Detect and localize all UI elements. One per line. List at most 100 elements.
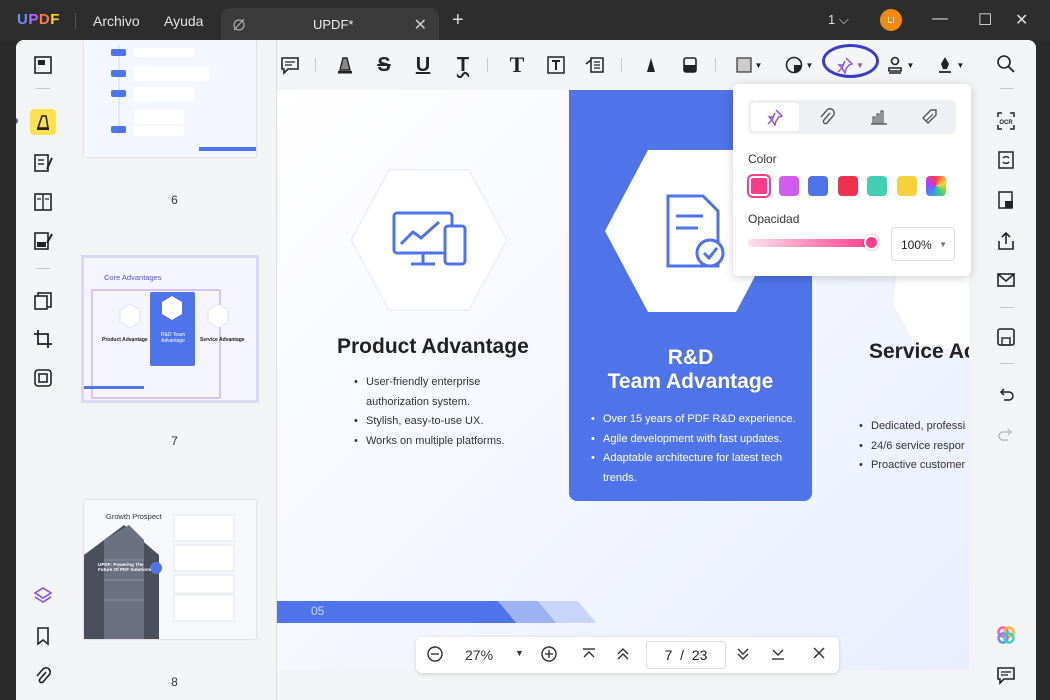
close-zoom-bar-button[interactable] bbox=[811, 645, 827, 666]
divider bbox=[715, 58, 716, 72]
bookmark-button[interactable] bbox=[30, 623, 56, 649]
redo-button[interactable] bbox=[994, 422, 1018, 446]
thumbnail-card-label: Service Advantage bbox=[200, 337, 245, 343]
ocr-button[interactable]: OCR bbox=[994, 109, 1018, 133]
ai-assistant-button[interactable] bbox=[994, 623, 1018, 647]
zoom-out-button[interactable] bbox=[426, 645, 444, 666]
highlight-button[interactable] bbox=[332, 52, 358, 78]
edit-mode-button[interactable] bbox=[30, 150, 56, 176]
menu-ayuda[interactable]: Ayuda bbox=[164, 13, 203, 29]
ai-assistant-icon bbox=[997, 626, 1015, 644]
textbox-button[interactable] bbox=[543, 52, 569, 78]
eraser-button[interactable] bbox=[677, 52, 703, 78]
zoom-dropdown-icon[interactable]: ▼ bbox=[515, 648, 524, 658]
sign-document-icon bbox=[34, 232, 53, 250]
zoom-in-button[interactable] bbox=[540, 645, 558, 666]
opacity-select[interactable]: 100% ▼ bbox=[891, 227, 955, 261]
layers-button[interactable] bbox=[30, 583, 56, 609]
thumbnail-card-label: R&D Team Advantage bbox=[160, 332, 186, 344]
shape-button[interactable]: ▼ bbox=[732, 52, 766, 78]
color-swatch[interactable] bbox=[837, 176, 858, 196]
tools-icon bbox=[34, 369, 52, 387]
dropdown-arrow-icon: ▼ bbox=[906, 60, 915, 70]
close-tab-icon[interactable]: ✕ bbox=[414, 15, 427, 35]
crop-button[interactable] bbox=[30, 326, 56, 352]
page-thumbnail-8[interactable]: Growth Prospect UPDF: Powering The Futur… bbox=[84, 500, 256, 639]
paperclip-icon bbox=[36, 666, 52, 684]
attachment-button[interactable] bbox=[30, 663, 56, 689]
page-count-dropdown[interactable]: 1 ⌵ bbox=[828, 12, 849, 28]
color-swatch[interactable] bbox=[749, 176, 769, 196]
share-icon bbox=[998, 231, 1014, 250]
share-button[interactable] bbox=[994, 229, 1018, 253]
tab-chart[interactable] bbox=[855, 103, 903, 131]
organize-pages-button[interactable] bbox=[30, 288, 56, 314]
color-swatch[interactable] bbox=[867, 176, 887, 196]
tab-tag[interactable] bbox=[905, 103, 953, 131]
thumbnail-heading: Core Advantages bbox=[104, 273, 162, 282]
stamp-button[interactable]: ▼ bbox=[883, 52, 917, 78]
minimize-button[interactable]: — bbox=[932, 10, 948, 28]
maximize-button[interactable]: ☐ bbox=[978, 10, 992, 30]
comment-mode-button[interactable] bbox=[30, 109, 56, 135]
highlighter-icon bbox=[338, 57, 352, 74]
color-swatch[interactable] bbox=[926, 176, 946, 196]
zoom-level[interactable]: 27% bbox=[465, 647, 493, 663]
opacity-slider[interactable] bbox=[748, 239, 872, 247]
strikethrough-button[interactable]: S bbox=[371, 52, 397, 78]
menu-archivo[interactable]: Archivo bbox=[93, 13, 140, 29]
close-window-button[interactable]: ✕ bbox=[1015, 10, 1028, 30]
signature-button[interactable]: ▼ bbox=[933, 52, 967, 78]
comments-list-button[interactable] bbox=[994, 663, 1018, 687]
card-title: Product Advantage bbox=[337, 335, 529, 358]
search-button[interactable] bbox=[994, 52, 1018, 76]
cloud-off-icon bbox=[233, 18, 245, 31]
card-title-line2: Team Advantage bbox=[607, 370, 774, 393]
sticky-note-button[interactable] bbox=[277, 52, 303, 78]
tab-pin[interactable] bbox=[751, 103, 799, 131]
squiggly-button[interactable]: T bbox=[450, 52, 476, 78]
save-button[interactable] bbox=[994, 325, 1018, 349]
convert-button[interactable] bbox=[994, 148, 1018, 172]
document-tab[interactable]: UPDF* ✕ bbox=[221, 8, 439, 42]
squiggly-underline-icon: T bbox=[456, 53, 470, 76]
email-button[interactable] bbox=[994, 268, 1018, 292]
protect-button[interactable] bbox=[994, 188, 1018, 212]
color-swatch[interactable] bbox=[808, 176, 828, 196]
card-bullet-list: User-friendly enterprise authorization s… bbox=[352, 373, 532, 451]
color-label: Color bbox=[748, 152, 777, 166]
underline-button[interactable]: U bbox=[410, 52, 436, 78]
avatar[interactable]: LI bbox=[880, 9, 902, 31]
plus-circle-icon bbox=[541, 646, 557, 662]
bar-chart-icon bbox=[871, 110, 887, 125]
book-icon bbox=[34, 56, 52, 74]
form-mode-button[interactable] bbox=[30, 189, 56, 215]
first-page-button[interactable] bbox=[581, 645, 597, 666]
underline-icon: U bbox=[415, 53, 431, 76]
page-thumbnail-6[interactable] bbox=[84, 40, 256, 157]
divider bbox=[1000, 88, 1014, 89]
text-comment-button[interactable]: T bbox=[504, 52, 530, 78]
new-tab-button[interactable]: + bbox=[452, 9, 464, 32]
double-chevron-up-icon bbox=[617, 648, 629, 660]
undo-button[interactable] bbox=[994, 382, 1018, 406]
sticker-button[interactable]: ▼ bbox=[782, 52, 816, 78]
reader-mode-button[interactable] bbox=[30, 52, 56, 78]
minus-circle-icon bbox=[427, 646, 443, 662]
pencil-button[interactable] bbox=[638, 52, 664, 78]
last-page-button[interactable] bbox=[770, 645, 786, 666]
tab-attachment[interactable] bbox=[803, 103, 851, 131]
edit-document-icon bbox=[34, 154, 53, 172]
tools-button[interactable] bbox=[30, 365, 56, 391]
previous-page-button[interactable] bbox=[615, 645, 631, 666]
text-callout-button[interactable] bbox=[582, 52, 608, 78]
opacity-slider-handle[interactable] bbox=[864, 235, 879, 250]
card-title: Service Ac bbox=[869, 340, 969, 363]
color-swatch[interactable] bbox=[778, 176, 799, 196]
sign-mode-button[interactable] bbox=[30, 228, 56, 254]
page-thumbnail-7[interactable]: Core Advantages Product Advantage R&D Te… bbox=[81, 255, 259, 403]
page-number-field[interactable]: 7 / 23 bbox=[646, 641, 726, 669]
text-icon: T bbox=[509, 52, 525, 77]
color-swatch[interactable] bbox=[896, 176, 917, 196]
next-page-button[interactable] bbox=[735, 645, 751, 666]
